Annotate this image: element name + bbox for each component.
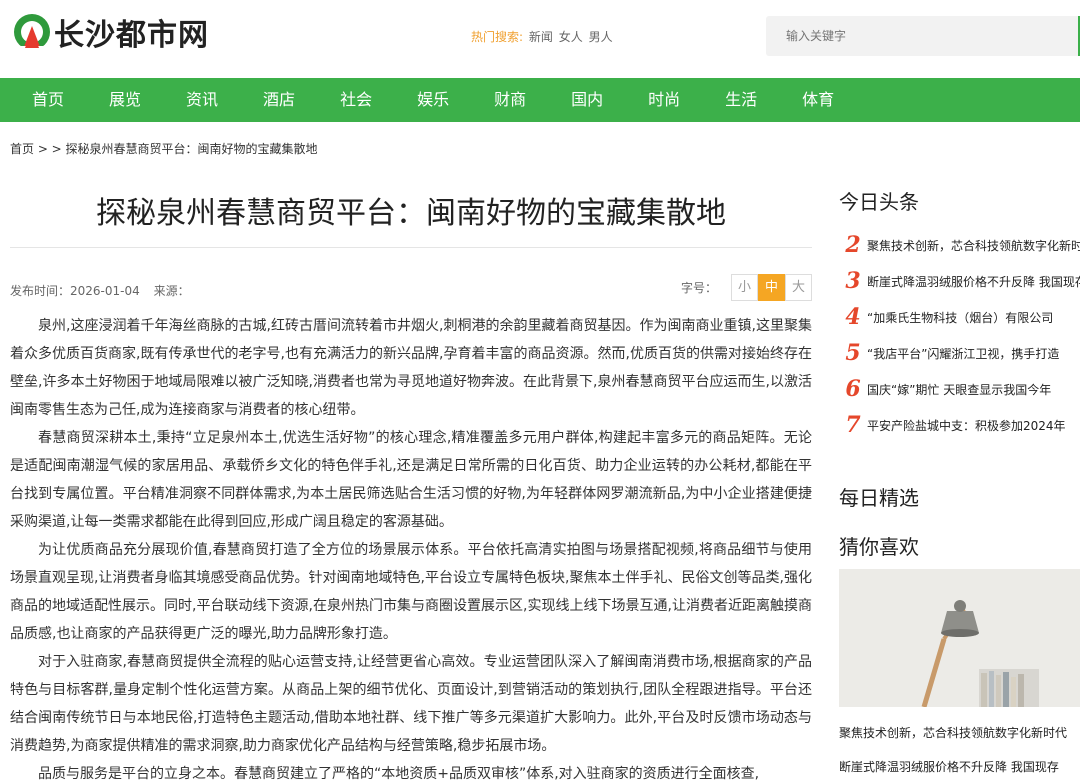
nav-finance[interactable]: 财商 (494, 78, 526, 122)
article-meta: 发布时间：2026-01-04 来源： 字号： 小 中 大 (10, 248, 812, 312)
logo-icon (12, 14, 52, 52)
nav-sports[interactable]: 体育 (802, 78, 834, 122)
hot-link-women[interactable]: 女人 (559, 30, 583, 44)
headline-rank: 4 (845, 304, 861, 330)
headline-text[interactable]: 国庆“嫁”期忙 天眼查显示我国今年 (867, 381, 1051, 398)
nav-entertainment[interactable]: 娱乐 (417, 78, 449, 122)
headline-item[interactable]: 2 聚焦技术创新，芯合科技领航数字化新时代 (839, 227, 1080, 263)
headline-text[interactable]: 平安产险盐城中支：积极参加2024年 (867, 417, 1066, 434)
headline-text[interactable]: 聚焦技术创新，芯合科技领航数字化新时代 (867, 237, 1080, 254)
publish-info: 发布时间：2026-01-04 来源： (10, 282, 190, 299)
publish-label: 发布时间： (10, 284, 71, 298)
article-paragraph: 泉州,这座浸润着千年海丝商脉的古城,红砖古厝间流转着市井烟火,刺桐港的余韵里藏着… (10, 318, 812, 418)
nav-society[interactable]: 社会 (340, 78, 372, 122)
recommend-caption[interactable]: 聚焦技术创新，芯合科技领航数字化新时代 (839, 724, 1067, 741)
headline-rank: 7 (845, 412, 861, 438)
hot-search-label: 热门搜索: (471, 30, 524, 44)
desk-lamp-photo (839, 569, 1080, 707)
site-header: 长沙都市网 热门搜索: 新闻 女人 男人 (0, 0, 1080, 78)
hot-link-news[interactable]: 新闻 (529, 30, 553, 44)
font-size-control: 字号： 小 中 大 (681, 274, 812, 301)
recommend-image[interactable] (839, 569, 1080, 707)
headline-list: 2 聚焦技术创新，芯合科技领航数字化新时代 3 断崖式降温羽绒服价格不升反降 我… (839, 227, 1080, 443)
headline-text[interactable]: 断崖式降温羽绒服价格不升反降 我国现存 (867, 273, 1080, 290)
headline-item[interactable]: 3 断崖式降温羽绒服价格不升反降 我国现存 (839, 263, 1080, 299)
hot-link-men[interactable]: 男人 (589, 30, 613, 44)
search-input[interactable] (766, 16, 1080, 56)
daily-picks-title: 每日精选 (839, 486, 919, 510)
font-size-large-button[interactable]: 大 (785, 274, 812, 301)
font-size-label: 字号： (680, 281, 717, 295)
headline-rank: 6 (845, 376, 861, 402)
headline-item[interactable]: 7 平安产险盐城中支：积极参加2024年 (839, 407, 1080, 443)
nav-exhibition[interactable]: 展览 (109, 78, 141, 122)
source-label: 来源： (153, 284, 190, 298)
breadcrumb[interactable]: 首页 > > 探秘泉州春慧商贸平台：闽南好物的宝藏集散地 (10, 140, 318, 157)
headline-item[interactable]: 4 “加乘氏生物科技（烟台）有限公司 (839, 299, 1080, 335)
article-paragraph: 对于入驻商家,春慧商贸提供全流程的贴心运营支持,让经营更省心高效。专业运营团队深… (10, 654, 812, 754)
search-box (766, 16, 1080, 56)
headline-item[interactable]: 5 “我店平台”闪耀浙江卫视，携手打造 (839, 335, 1080, 371)
nav-hotel[interactable]: 酒店 (263, 78, 295, 122)
headline-text[interactable]: “我店平台”闪耀浙江卫视，携手打造 (867, 345, 1059, 362)
nav-news[interactable]: 资讯 (186, 78, 218, 122)
nav-fashion[interactable]: 时尚 (648, 78, 680, 122)
headline-rank: 2 (845, 232, 861, 258)
site-logo[interactable]: 长沙都市网 (12, 10, 209, 54)
article-paragraph: 为让优质商品充分展现价值,春慧商贸打造了全方位的场景展示体系。平台依托高清实拍图… (10, 542, 812, 642)
nav-home[interactable]: 首页 (32, 78, 64, 122)
article-body: 泉州,这座浸润着千年海丝商脉的古城,红砖古厝间流转着市井烟火,刺桐港的余韵里藏着… (10, 312, 812, 781)
article-title: 探秘泉州春慧商贸平台：闽南好物的宝藏集散地 (10, 170, 812, 248)
nav-life[interactable]: 生活 (725, 78, 757, 122)
recommend-caption[interactable]: 断崖式降温羽绒服价格不升反降 我国现存 (839, 758, 1059, 775)
site-name: 长沙都市网 (54, 18, 209, 53)
hot-search: 热门搜索: 新闻 女人 男人 (471, 28, 613, 45)
headline-rank: 5 (845, 340, 861, 366)
guess-you-like-title: 猜你喜欢 (839, 535, 919, 559)
headline-text[interactable]: “加乘氏生物科技（烟台）有限公司 (867, 309, 1053, 326)
font-size-medium-button[interactable]: 中 (758, 274, 785, 301)
main-nav: 首页 展览 资讯 酒店 社会 娱乐 财商 国内 时尚 生活 体育 (0, 78, 1080, 122)
font-size-small-button[interactable]: 小 (731, 274, 758, 301)
article-paragraph: 春慧商贸深耕本土,秉持“立足泉州本土,优选生活好物”的核心理念,精准覆盖多元用户… (10, 430, 812, 530)
article-paragraph: 品质与服务是平台的立身之本。春慧商贸建立了严格的“本地资质+品质双审核”体系,对… (38, 766, 760, 781)
article: 探秘泉州春慧商贸平台：闽南好物的宝藏集散地 发布时间：2026-01-04 来源… (10, 170, 812, 781)
nav-domestic[interactable]: 国内 (571, 78, 603, 122)
headlines-title: 今日头条 (839, 190, 919, 214)
headline-item[interactable]: 6 国庆“嫁”期忙 天眼查显示我国今年 (839, 371, 1080, 407)
publish-date: 2026-01-04 (70, 284, 140, 298)
headline-rank: 3 (845, 268, 861, 294)
